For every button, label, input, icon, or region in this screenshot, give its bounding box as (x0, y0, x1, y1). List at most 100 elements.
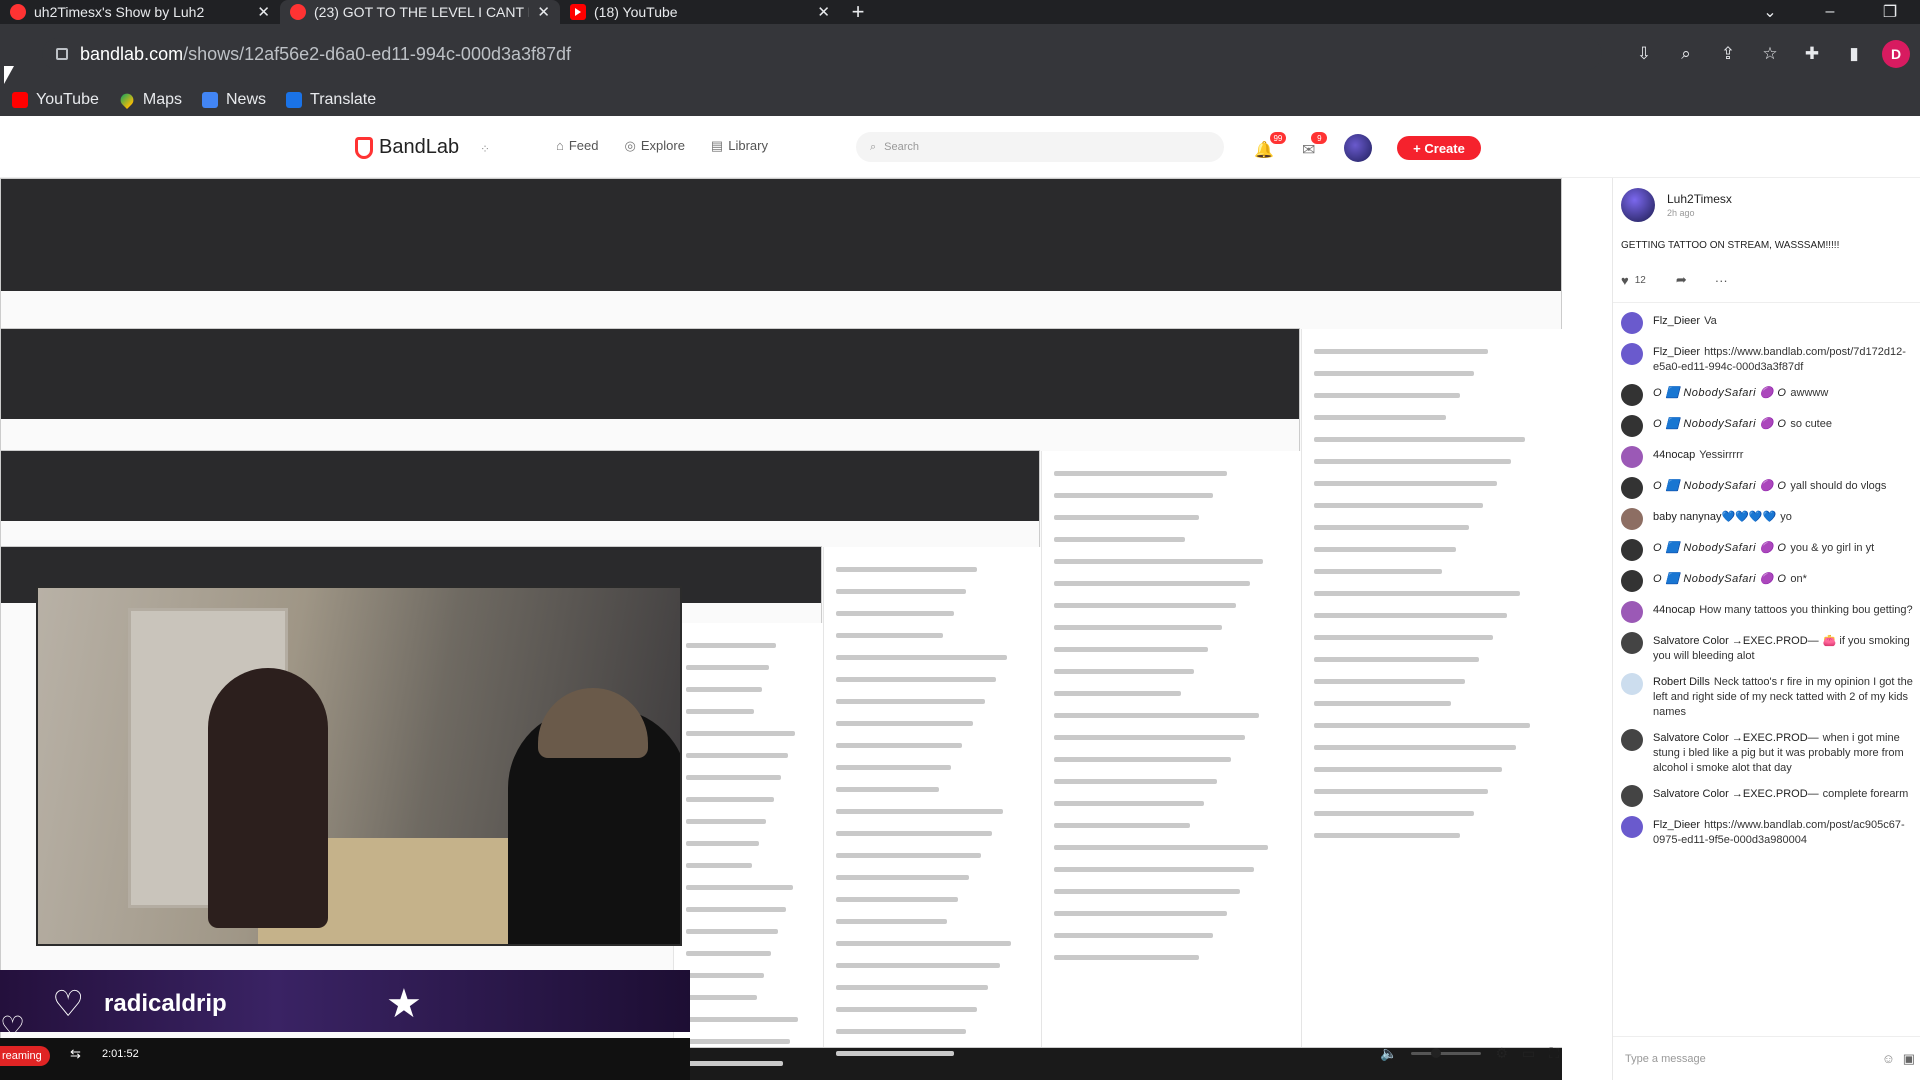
volume-icon[interactable]: 🔈 (1380, 1045, 1397, 1062)
lock-icon[interactable] (56, 48, 68, 60)
avatar[interactable] (1621, 570, 1643, 592)
nested-text-line (686, 643, 776, 648)
profile-avatar[interactable]: D (1882, 40, 1910, 68)
avatar[interactable] (1621, 188, 1655, 222)
miniplayer-icon[interactable]: ▭ (1522, 1045, 1535, 1062)
avatar[interactable] (1621, 415, 1643, 437)
omnibox[interactable]: bandlab.com/shows/12af56e2-d6a0-ed11-994… (42, 38, 1602, 70)
volume-slider[interactable] (1411, 1047, 1482, 1058)
new-tab-button[interactable]: + (840, 0, 876, 24)
messages-icon[interactable]: ✉ 9 (1302, 132, 1328, 160)
avatar[interactable] (1621, 539, 1643, 561)
bookmark-star-icon[interactable]: ☆ (1756, 40, 1784, 68)
send-icon[interactable]: ▣ (1903, 1051, 1915, 1067)
message-input[interactable]: Type a message ☺ ▣ (1613, 1036, 1920, 1080)
message-author[interactable]: 44nocap (1653, 449, 1695, 461)
message-body: O 🟦 NobodySafari 🟣 O yall should do vlogs (1653, 479, 1913, 499)
comment-list: Flz_Dieer Va Flz_Dieer https://www.bandlab.… (1621, 312, 1913, 859)
close-icon[interactable]: ✕ (257, 3, 270, 21)
avatar[interactable] (1621, 785, 1643, 807)
zoom-icon[interactable]: ⌕ (1672, 40, 1700, 68)
message-author[interactable]: Salvatore Color →EXEC.PROD— (1653, 788, 1819, 800)
nav-feed[interactable]: ⌂ Feed (556, 138, 599, 154)
message-text: yall should do vlogs (1790, 480, 1887, 492)
stream-video[interactable]: ♡ radicaldrip ★ ♡ reaming ⇆ 2:01:52 🔈 ⚙ … (0, 178, 1562, 1080)
side-panel-icon[interactable]: ▮ (1840, 40, 1868, 68)
install-icon[interactable]: ⇩ (1630, 40, 1658, 68)
bookmark-label: News (226, 91, 267, 108)
tab-search-icon[interactable]: ⌄ (1740, 0, 1800, 24)
url-text[interactable]: bandlab.com/shows/12af56e2-d6a0-ed11-994… (80, 44, 571, 65)
message-author[interactable]: Robert Dills (1653, 676, 1710, 688)
message-author[interactable]: O 🟦 NobodySafari 🟣 O (1653, 418, 1786, 430)
emoji-icon[interactable]: ☺ (1882, 1051, 1895, 1066)
avatar[interactable] (1621, 508, 1643, 530)
nested-text-line (1314, 349, 1488, 354)
avatar[interactable] (1621, 343, 1643, 365)
bandlab-logo[interactable]: BandLab (355, 136, 459, 159)
nested-text-line (1054, 823, 1190, 828)
message-author[interactable]: 44nocap (1653, 604, 1695, 616)
search-input[interactable]: ⌕ Search (856, 132, 1224, 162)
avatar[interactable] (1621, 312, 1643, 334)
bookmark-youtube[interactable]: YouTube (12, 91, 99, 109)
chat-message: Flz_Dieer https://www.bandlab.com/post/ac… (1621, 816, 1913, 848)
nested-chrome (1, 179, 1561, 291)
extensions-icon[interactable]: ✚ (1798, 40, 1826, 68)
share-icon[interactable]: ⇪ (1714, 40, 1742, 68)
bookmarks-bar: YouTube Maps News Translate (0, 84, 1920, 116)
nav-explore[interactable]: ◎ Explore (625, 138, 685, 154)
nested-text-line (1054, 669, 1195, 674)
message-body: Robert Dills Neck tattoo's r fire in my o… (1653, 675, 1913, 720)
bookmark-news[interactable]: News (202, 91, 266, 109)
browser-tab[interactable]: (18) YouTube ✕ (560, 0, 840, 24)
avatar[interactable] (1621, 384, 1643, 406)
more-options-icon[interactable]: ··· (1715, 273, 1728, 288)
settings-gear-icon[interactable]: ⚙ (1495, 1045, 1508, 1062)
volume-knob[interactable] (1431, 1047, 1442, 1058)
minimize-icon[interactable]: – (1800, 0, 1860, 24)
nav-library[interactable]: ▤ Library (711, 138, 768, 154)
nested-text-line (1314, 481, 1498, 486)
message-author[interactable]: Salvatore Color →EXEC.PROD— (1653, 732, 1819, 744)
avatar[interactable] (1621, 446, 1643, 468)
message-author[interactable]: O 🟦 NobodySafari 🟣 O (1653, 573, 1786, 585)
message-author[interactable]: O 🟦 NobodySafari 🟣 O (1653, 480, 1786, 492)
close-icon[interactable]: ✕ (817, 3, 830, 21)
avatar[interactable] (1621, 729, 1643, 751)
bookmark-translate[interactable]: Translate (286, 91, 376, 109)
user-avatar[interactable] (1344, 134, 1372, 162)
post-username[interactable]: Luh2Timesx (1667, 192, 1732, 206)
apps-grid-icon[interactable]: ⁘ (480, 142, 494, 156)
browser-tab-active[interactable]: (23) GOT TO THE LEVEL I CANT H ✕ (280, 0, 560, 24)
nested-text-line (686, 687, 762, 692)
create-button[interactable]: + Create (1397, 136, 1481, 160)
message-author[interactable]: baby nanynay💙💙💙💙 (1653, 511, 1776, 523)
message-text: on* (1790, 573, 1807, 585)
avatar[interactable] (1621, 601, 1643, 623)
message-author[interactable]: Flz_Dieer (1653, 819, 1700, 831)
bookmark-maps[interactable]: Maps (117, 90, 182, 110)
message-author[interactable]: O 🟦 NobodySafari 🟣 O (1653, 542, 1786, 554)
search-placeholder: Search (884, 141, 920, 153)
browser-tab[interactable]: uh2Timesx's Show by Luh2 ✕ (0, 0, 280, 24)
avatar[interactable] (1621, 816, 1643, 838)
message-text: complete forearm (1822, 788, 1909, 800)
message-author[interactable]: Salvatore Color →EXEC.PROD— (1653, 635, 1819, 647)
close-icon[interactable]: ✕ (537, 3, 550, 21)
message-author[interactable]: Flz_Dieer (1653, 315, 1700, 327)
nested-text-line (1314, 393, 1461, 398)
message-author[interactable]: Flz_Dieer (1653, 346, 1700, 358)
avatar[interactable] (1621, 632, 1643, 654)
message-author[interactable]: O 🟦 NobodySafari 🟣 O (1653, 387, 1786, 399)
fullscreen-icon[interactable]: ⛶ (1549, 1045, 1559, 1062)
notifications-bell-icon[interactable]: 🔔 99 (1254, 132, 1286, 160)
nested-text-line (1054, 537, 1186, 542)
like-heart-icon[interactable]: ♥ (1621, 273, 1629, 288)
share-icon[interactable]: ➦ (1676, 272, 1687, 288)
youtube-icon (570, 4, 586, 20)
avatar[interactable] (1621, 477, 1643, 499)
nested-text-line (686, 731, 796, 736)
restore-icon[interactable]: ❐ (1860, 0, 1920, 24)
avatar[interactable] (1621, 673, 1643, 695)
